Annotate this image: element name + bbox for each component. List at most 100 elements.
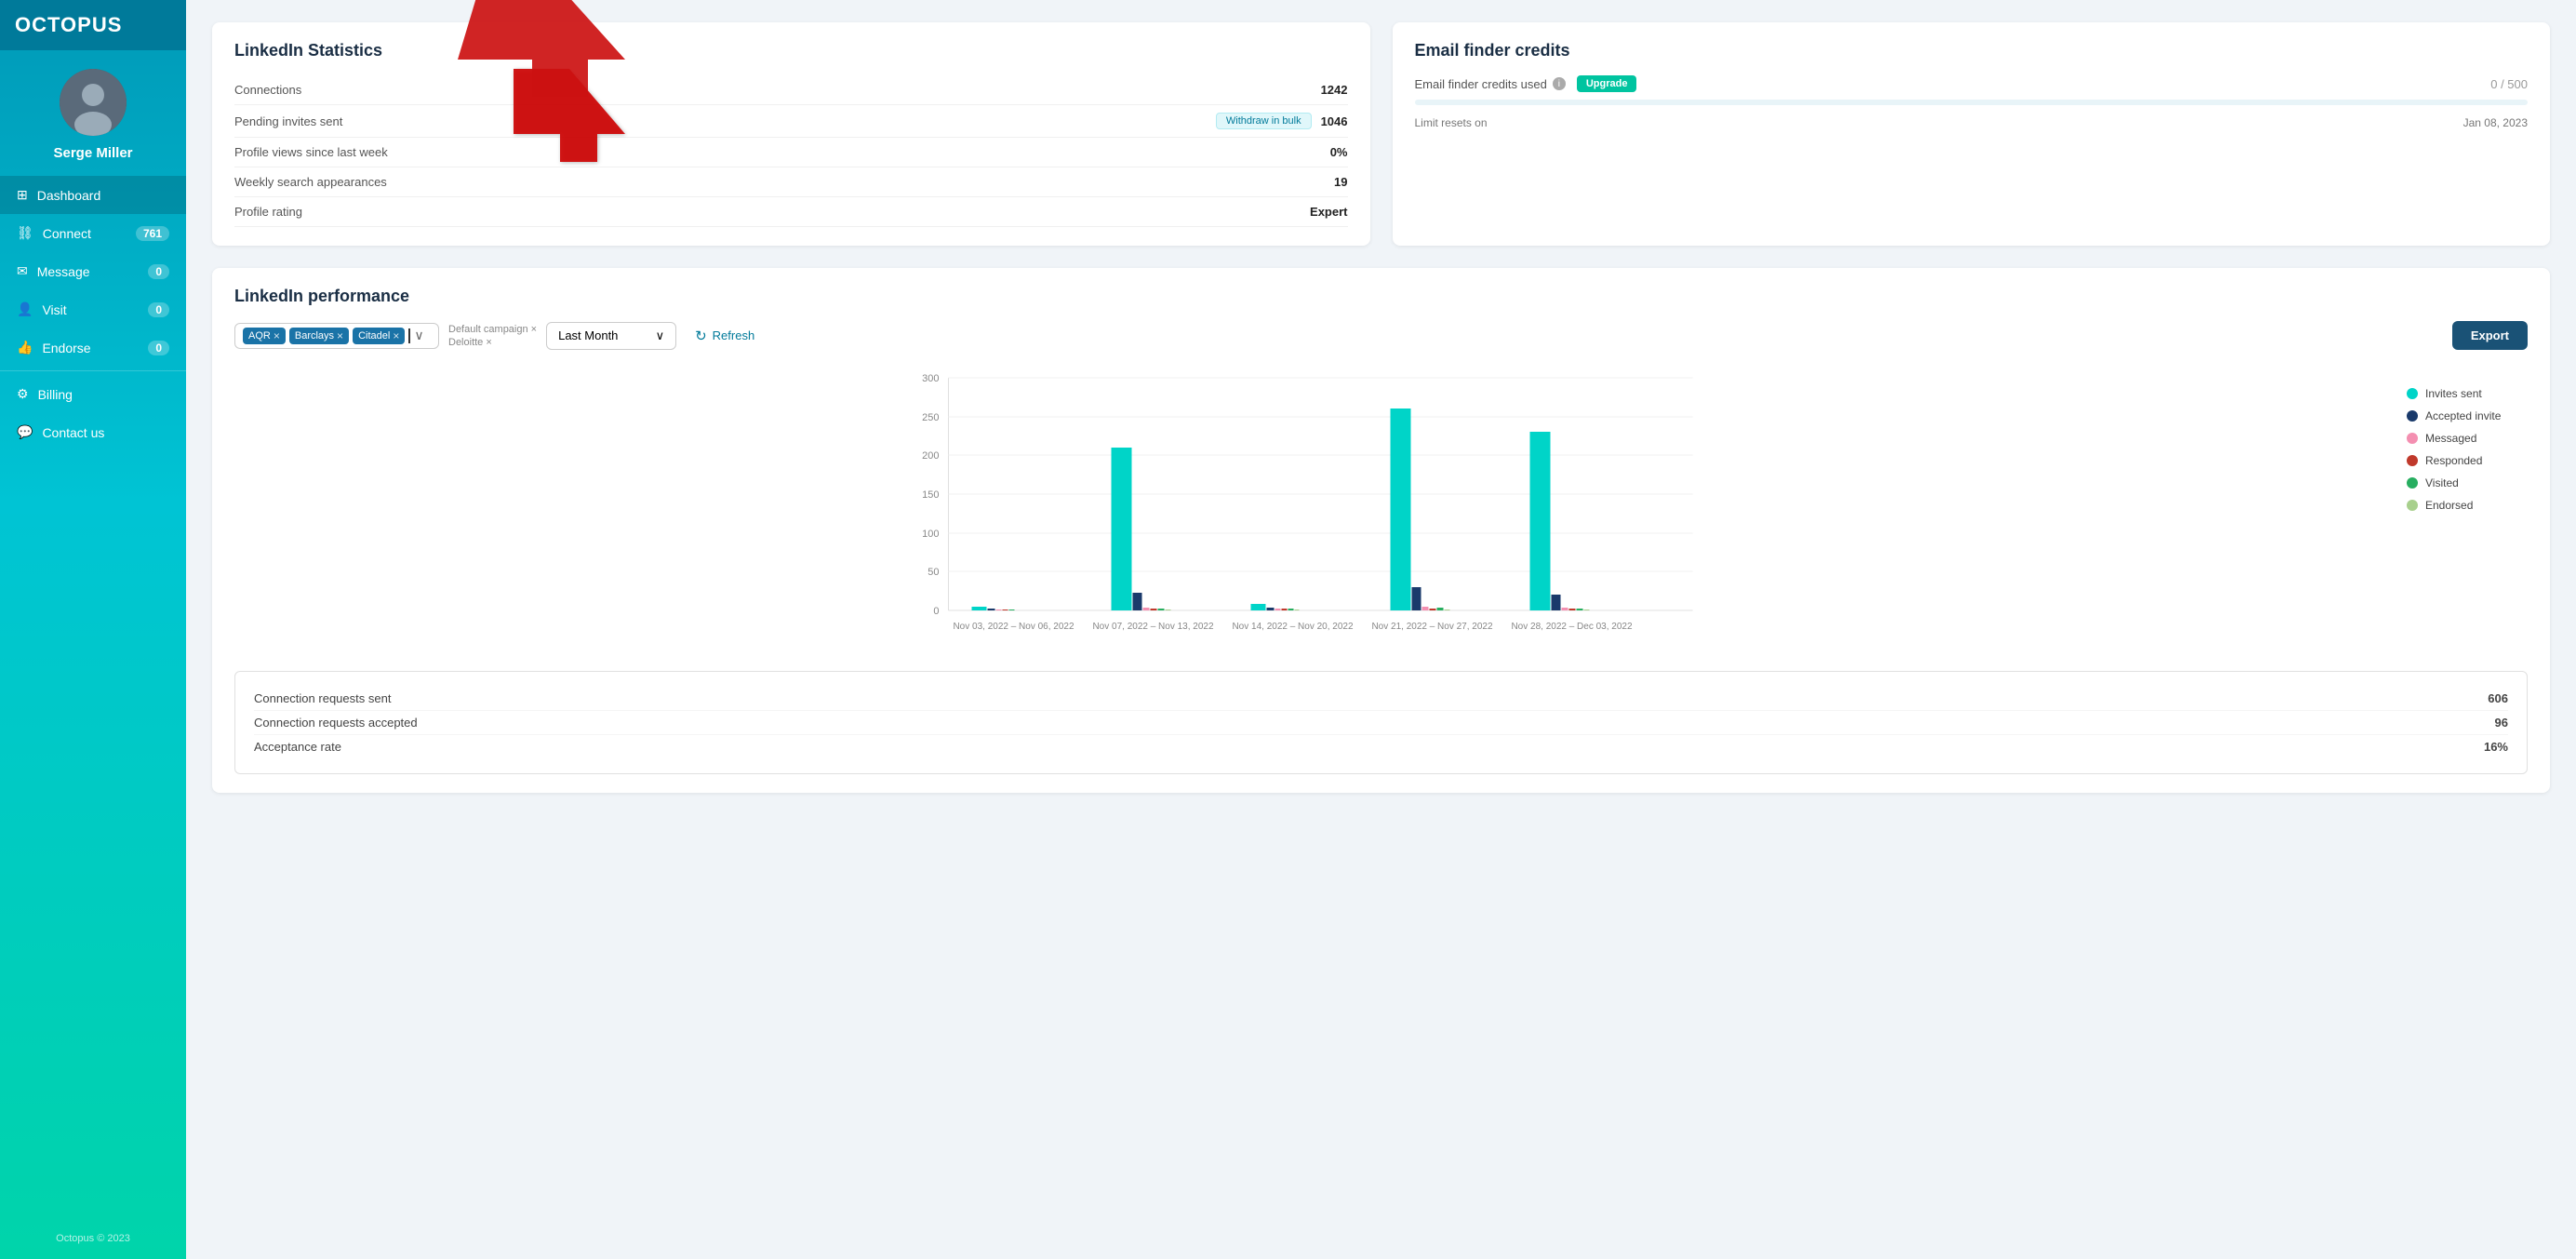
sidebar-item-dashboard[interactable]: ⊞ Dashboard	[0, 176, 186, 214]
bar-w2-invites	[1251, 604, 1266, 610]
sidebar-item-label: Endorse	[42, 341, 90, 355]
stat-value: 0%	[1330, 145, 1348, 159]
bar-w4-messaged	[1562, 608, 1568, 610]
stat-row-search: Weekly search appearances 19	[234, 167, 1348, 197]
svg-text:100: 100	[922, 529, 939, 540]
refresh-label: Refresh	[713, 328, 755, 342]
summary-value: 606	[2488, 691, 2508, 705]
performance-section: LinkedIn performance AQR × Barclays × Ci…	[212, 268, 2550, 793]
summary-row-rate: Acceptance rate 16%	[254, 735, 2508, 758]
linkedin-stats-title: LinkedIn Statistics	[234, 41, 1348, 60]
stat-row-connections: Connections 1242	[234, 75, 1348, 105]
svg-text:Nov 21, 2022 – Nov 27, 2022: Nov 21, 2022 – Nov 27, 2022	[1371, 622, 1493, 632]
filter-tag-barclays[interactable]: Barclays ×	[289, 328, 349, 344]
legend-label-accepted: Accepted invite	[2425, 409, 2501, 422]
email-credits-title: Email finder credits	[1415, 41, 2529, 60]
summary-value: 16%	[2484, 740, 2508, 754]
stat-row-profile-views: Profile views since last week 0%	[234, 138, 1348, 167]
summary-label: Acceptance rate	[254, 740, 341, 754]
gear-icon: ⚙	[17, 386, 29, 402]
sidebar-item-label: Connect	[43, 226, 91, 241]
bar-w3-responded	[1430, 609, 1436, 610]
legend-endorsed: Endorsed	[2407, 499, 2528, 512]
footer-text: Octopus © 2023	[41, 1218, 145, 1259]
bar-w0-invites	[972, 607, 987, 610]
sidebar-item-endorse[interactable]: 👍 Endorse 0	[0, 328, 186, 367]
svg-text:Nov 14, 2022 – Nov 20, 2022: Nov 14, 2022 – Nov 20, 2022	[1232, 622, 1354, 632]
upgrade-button[interactable]: Upgrade	[1577, 75, 1637, 92]
stats-summary: Connection requests sent 606 Connection …	[234, 671, 2528, 774]
sidebar-item-message[interactable]: ✉ Message 0	[0, 252, 186, 290]
sidebar-item-label: Contact us	[42, 425, 104, 440]
legend-dot-visited	[2407, 477, 2418, 489]
bar-w0-messaged	[996, 609, 1002, 610]
svg-text:300: 300	[922, 373, 939, 384]
remove-tag-aqr[interactable]: ×	[274, 329, 280, 342]
limit-row: Limit resets on Jan 08, 2023	[1415, 116, 2529, 129]
credits-row: Email finder credits used i Upgrade 0 / …	[1415, 75, 2529, 92]
progress-bar-container	[1415, 100, 2529, 105]
summary-row-accepted: Connection requests accepted 96	[254, 711, 2508, 735]
stat-row-pending: Pending invites sent Withdraw in bulk 10…	[234, 105, 1348, 138]
summary-value: 96	[2495, 716, 2508, 730]
date-dropdown[interactable]: Last Month ∨	[546, 322, 676, 350]
sidebar-item-label: Billing	[38, 387, 73, 402]
bar-chart: 300 250 200 150 100 50 0	[234, 368, 2388, 648]
limit-label: Limit resets on	[1415, 116, 1488, 129]
svg-text:Nov 07, 2022 – Nov 13, 2022: Nov 07, 2022 – Nov 13, 2022	[1092, 622, 1214, 632]
person-icon: 👤	[17, 301, 33, 317]
legend-label-responded: Responded	[2425, 454, 2482, 467]
info-icon[interactable]: i	[1553, 77, 1566, 90]
username: Serge Miller	[53, 145, 132, 161]
chart-legend: Invites sent Accepted invite Messaged Re…	[2407, 368, 2528, 512]
chevron-down-icon: ∨	[656, 328, 665, 343]
stat-label: Profile rating	[234, 205, 302, 219]
connect-badge: 761	[136, 226, 169, 241]
stat-label: Connections	[234, 83, 301, 97]
stat-value: 19	[1334, 175, 1347, 189]
sidebar-item-billing[interactable]: ⚙ Billing	[0, 375, 186, 413]
filter-tag-deloitte: Deloitte ×	[448, 337, 537, 348]
legend-invites-sent: Invites sent	[2407, 387, 2528, 400]
legend-label-endorsed: Endorsed	[2425, 499, 2473, 512]
bar-w0-visited	[1009, 609, 1015, 610]
bar-w0-responded	[1003, 609, 1008, 610]
sidebar-item-label: Visit	[42, 302, 66, 317]
summary-label: Connection requests accepted	[254, 716, 418, 730]
sidebar-item-contact[interactable]: 💬 Contact us	[0, 413, 186, 451]
sidebar-item-visit[interactable]: 👤 Visit 0	[0, 290, 186, 328]
bar-w3-invites	[1391, 409, 1411, 610]
grid-icon: ⊞	[17, 187, 28, 203]
bar-w2-responded	[1282, 609, 1288, 610]
withdraw-bulk-button[interactable]: Withdraw in bulk	[1216, 113, 1312, 129]
svg-text:50: 50	[928, 567, 939, 578]
user-profile: Serge Miller	[0, 50, 186, 176]
remove-tag-citadel[interactable]: ×	[393, 329, 399, 342]
refresh-button[interactable]: ↻ Refresh	[686, 322, 764, 350]
limit-date: Jan 08, 2023	[2463, 116, 2528, 129]
legend-dot-accepted	[2407, 410, 2418, 422]
export-button[interactable]: Export	[2452, 321, 2528, 350]
legend-accepted-invite: Accepted invite	[2407, 409, 2528, 422]
legend-dot-endorsed	[2407, 500, 2418, 511]
bar-w1-responded	[1151, 609, 1157, 610]
filter-tags-box[interactable]: AQR × Barclays × Citadel × ∨	[234, 323, 439, 349]
bar-w4-accepted	[1552, 595, 1561, 610]
legend-responded: Responded	[2407, 454, 2528, 467]
stat-row-middle: Withdraw in bulk 1046	[1216, 113, 1348, 129]
filter-tag-default: Default campaign ×	[448, 324, 537, 335]
legend-label-visited: Visited	[2425, 476, 2459, 489]
filter-tag-citadel[interactable]: Citadel ×	[353, 328, 405, 344]
filter-dropdown-arrow[interactable]: ∨	[414, 328, 423, 343]
legend-dot-invites	[2407, 388, 2418, 399]
summary-row-sent: Connection requests sent 606	[254, 687, 2508, 711]
legend-visited: Visited	[2407, 476, 2528, 489]
credits-label: Email finder credits used i Upgrade	[1415, 75, 1637, 92]
bar-w2-visited	[1288, 609, 1294, 610]
sidebar-item-connect[interactable]: ⛓ Connect 761	[0, 214, 186, 252]
filter-tag-aqr[interactable]: AQR ×	[243, 328, 286, 344]
remove-tag-barclays[interactable]: ×	[337, 329, 343, 342]
endorse-badge: 0	[148, 341, 169, 355]
main-content: LinkedIn Statistics Connections 1242 Pen…	[186, 0, 2576, 1259]
credits-value: 0 / 500	[2490, 77, 2528, 91]
